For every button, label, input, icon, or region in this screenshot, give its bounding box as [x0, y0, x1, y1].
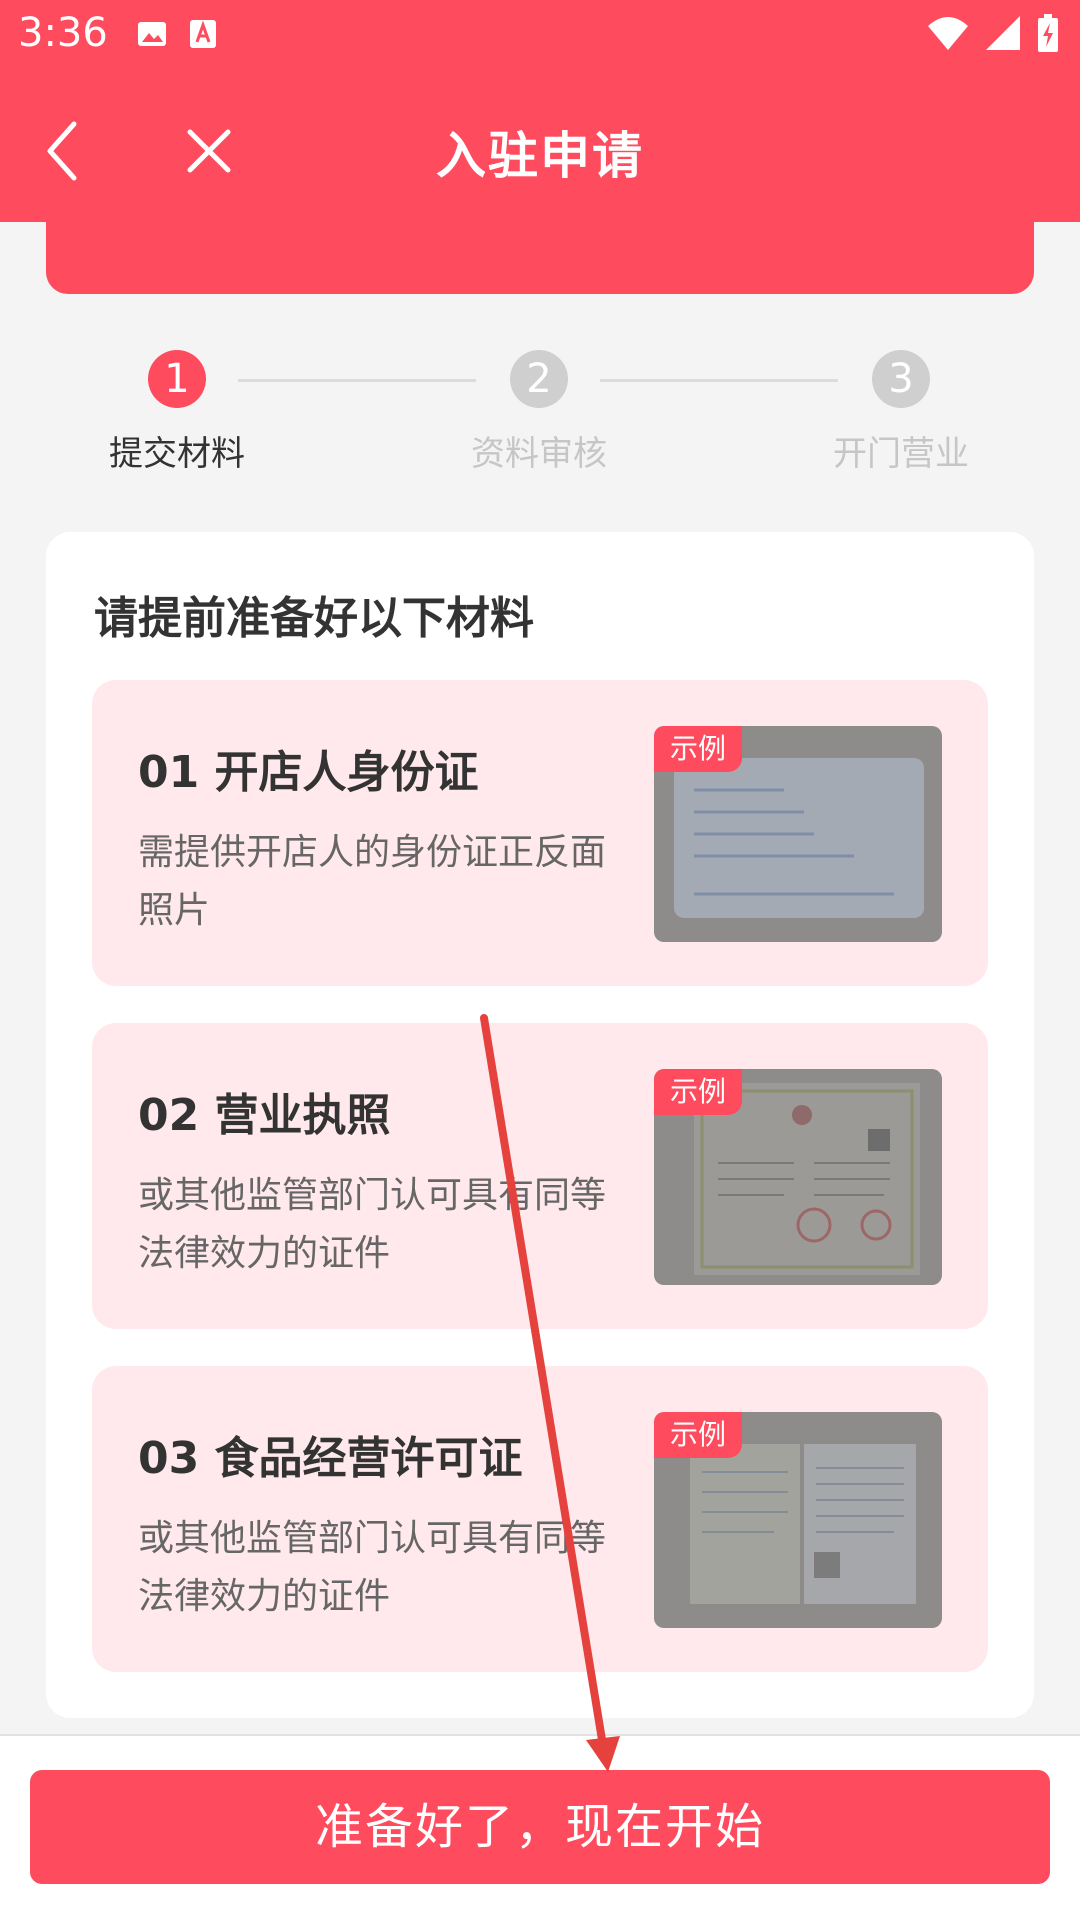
- material-title: 01 开店人身份证: [138, 747, 479, 798]
- material-item-business-license: 02 营业执照 或其他监管部门认可具有同等法律效力的证件 示例: [92, 1023, 988, 1329]
- materials-card: 请提前准备好以下材料 01 开店人身份证 需提供开店人的身份证正反面照片 示例 …: [46, 532, 1034, 1718]
- signal-icon: [986, 16, 1020, 50]
- page-title: 入驻申请: [436, 127, 644, 185]
- material-description: 需提供开店人的身份证正反面照片: [138, 832, 607, 931]
- bottom-bar: 准备好了，现在开始: [0, 1736, 1080, 1920]
- battery-charging-icon: [1038, 14, 1058, 52]
- app-notification-icon: [188, 18, 218, 50]
- status-bar: 3:36: [0, 0, 1080, 80]
- progress-stepper: 1 提交材料 2 资料审核 3 开门营业: [0, 350, 1080, 480]
- material-title: 03 食品经营许可证: [138, 1433, 523, 1484]
- step-number: 2: [510, 350, 568, 408]
- id-card-sample-image[interactable]: 示例: [654, 726, 942, 942]
- material-description: 或其他监管部门认可具有同等法律效力的证件: [138, 1518, 607, 1617]
- step-label: 提交材料: [109, 434, 245, 474]
- sample-tag: 示例: [654, 1412, 743, 1458]
- step-number: 3: [872, 350, 930, 408]
- business-license-sample-image[interactable]: 示例: [654, 1069, 942, 1285]
- step-3: 3 开门营业: [801, 350, 1001, 475]
- wifi-icon: [928, 16, 968, 50]
- step-number: 1: [148, 350, 206, 408]
- sample-tag: 示例: [654, 726, 743, 772]
- header-bar: 3:36 入驻申请: [0, 0, 1080, 222]
- step-1: 1 提交材料: [77, 350, 277, 475]
- step-2: 2 资料审核: [439, 350, 639, 475]
- step-label: 开门营业: [833, 434, 969, 474]
- start-button[interactable]: 准备好了，现在开始: [30, 1770, 1050, 1884]
- material-item-id-card: 01 开店人身份证 需提供开店人的身份证正反面照片 示例: [92, 680, 988, 986]
- sample-tag: 示例: [654, 1069, 743, 1115]
- header-banner: [46, 200, 1034, 294]
- material-title: 02 营业执照: [138, 1090, 391, 1141]
- image-notification-icon: [136, 18, 168, 50]
- step-label: 资料审核: [471, 434, 607, 474]
- material-description: 或其他监管部门认可具有同等法律效力的证件: [138, 1175, 607, 1274]
- material-item-food-license: 03 食品经营许可证 或其他监管部门认可具有同等法律效力的证件 示例: [92, 1366, 988, 1672]
- food-license-sample-image[interactable]: 示例: [654, 1412, 942, 1628]
- materials-title: 请提前准备好以下材料: [94, 593, 534, 644]
- status-time: 3:36: [18, 10, 108, 56]
